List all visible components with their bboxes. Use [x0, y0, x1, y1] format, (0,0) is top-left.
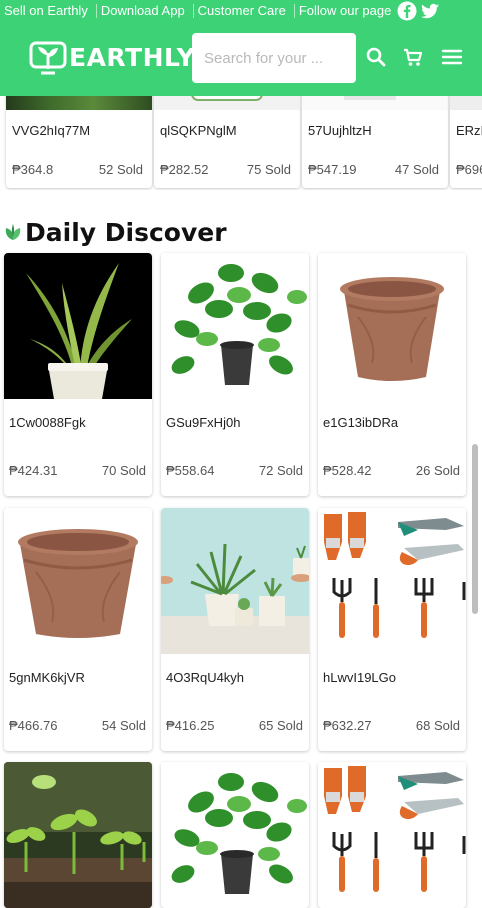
follow-page-label: Follow our page: [298, 3, 392, 18]
product-price: ₱466.76: [9, 718, 58, 733]
product-name: ERzI: [456, 123, 482, 138]
product-price: ₱696: [456, 162, 482, 177]
product-card[interactable]: [161, 762, 309, 908]
product-name: hLwvI19LGo: [323, 670, 396, 685]
header-bar: Sell on Earthly Download App Customer Ca…: [0, 0, 482, 96]
product-sold-count: 52 Sold: [98, 162, 143, 177]
product-price: ₱282.52: [160, 162, 209, 177]
product-sold-count: 47 Sold: [394, 162, 439, 177]
product-image-clay-pot: [4, 508, 152, 654]
sell-link[interactable]: Sell on Earthly: [0, 4, 97, 18]
product-card[interactable]: [318, 762, 466, 908]
product-image: [450, 96, 482, 110]
product-image-succulents: [161, 508, 309, 654]
facebook-icon[interactable]: [397, 1, 417, 21]
product-card[interactable]: e1G13ibDRa ₱528.42 26 Sold: [318, 253, 466, 496]
product-price: ₱364.8: [12, 162, 54, 177]
product-image-garden-tools: [318, 508, 466, 654]
strip-product-card[interactable]: ERzI ₱696: [450, 96, 482, 188]
customer-care-link[interactable]: Customer Care: [194, 4, 295, 18]
cart-icon[interactable]: [402, 46, 424, 68]
strip-product-card[interactable]: VVG2hIq77M ₱364.8 52 Sold: [6, 96, 152, 188]
product-sold-count: 68 Sold: [415, 718, 460, 733]
strip-product-card[interactable]: 57UujhltzH ₱547.19 47 Sold: [302, 96, 448, 188]
product-image-clay-pot: [318, 253, 466, 399]
product-strip: VVG2hIq77M ₱364.8 52 Sold qlSQKPNglM ₱28…: [0, 96, 482, 190]
product-name: 57UujhltzH: [308, 123, 372, 138]
product-price: ₱528.42: [323, 463, 372, 478]
product-sold-count: 70 Sold: [101, 463, 146, 478]
leaf-icon: [4, 223, 22, 241]
product-sold-count: 26 Sold: [415, 463, 460, 478]
product-price: ₱416.25: [166, 718, 215, 733]
product-card[interactable]: [4, 762, 152, 908]
scrollbar-thumb[interactable]: [472, 444, 478, 614]
search-icon[interactable]: [365, 46, 387, 68]
menu-icon[interactable]: [441, 46, 463, 68]
product-sold-count: 54 Sold: [101, 718, 146, 733]
product-name: 1Cw0088Fgk: [9, 415, 86, 430]
product-sold-count: 75 Sold: [246, 162, 291, 177]
product-image-garden-tools: [318, 762, 466, 908]
product-name: 4O3RqU4kyh: [166, 670, 245, 685]
product-card[interactable]: 1Cw0088Fgk ₱424.31 70 Sold: [4, 253, 152, 496]
product-card[interactable]: hLwvI19LGo ₱632.27 68 Sold: [318, 508, 466, 751]
product-price: ₱558.64: [166, 463, 215, 478]
product-sold-count: 72 Sold: [258, 463, 303, 478]
product-name: 5gnMK6kjVR: [9, 670, 85, 685]
product-name: VVG2hIq77M: [12, 123, 91, 138]
product-image-snake-plant: [4, 253, 152, 399]
product-image-pothos-plant: [161, 762, 309, 908]
product-name: qlSQKPNglM: [160, 123, 237, 138]
product-card[interactable]: GSu9FxHj0h ₱558.64 72 Sold: [161, 253, 309, 496]
product-name: e1G13ibDRa: [323, 415, 399, 430]
twitter-icon[interactable]: [420, 1, 440, 21]
product-card[interactable]: 5gnMK6kjVR ₱466.76 54 Sold: [4, 508, 152, 751]
product-card[interactable]: 4O3RqU4kyh ₱416.25 65 Sold: [161, 508, 309, 751]
brand-logo[interactable]: EARTHLY: [29, 38, 195, 76]
product-price: ₱632.27: [323, 718, 372, 733]
brand-name: EARTHLY: [69, 42, 196, 72]
product-price: ₱547.19: [308, 162, 357, 177]
product-price: ₱424.31: [9, 463, 58, 478]
product-name: GSu9FxHj0h: [166, 415, 241, 430]
leaf-logo-icon: [29, 41, 67, 75]
daily-discover-heading: Daily Discover: [4, 212, 227, 252]
product-sold-count: 65 Sold: [258, 718, 303, 733]
product-image-seedlings: [4, 762, 152, 908]
product-image: [302, 96, 448, 110]
strip-product-card[interactable]: qlSQKPNglM ₱282.52 75 Sold: [154, 96, 300, 188]
section-title: Daily Discover: [25, 217, 227, 247]
top-links: Sell on Earthly Download App Customer Ca…: [0, 0, 482, 22]
product-image-pothos-plant: [161, 253, 309, 399]
product-image: [6, 96, 152, 110]
product-image: [154, 96, 300, 110]
download-app-link[interactable]: Download App: [97, 4, 194, 18]
search-input[interactable]: [192, 33, 356, 83]
